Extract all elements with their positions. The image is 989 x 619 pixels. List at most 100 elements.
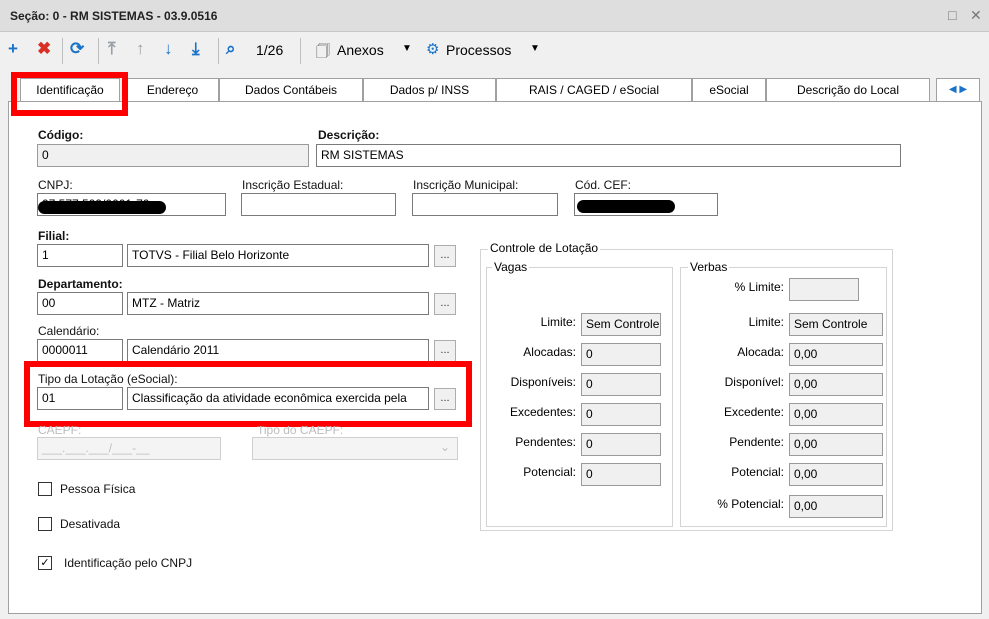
tab-scroll-arrows-icon[interactable]: ◀ ▶ xyxy=(936,78,980,102)
tab-esocial[interactable]: eSocial xyxy=(692,78,766,102)
verbas-potencial-field: 0,00 xyxy=(789,463,883,486)
vagas-excedentes-label: Excedentes: xyxy=(509,405,576,419)
gear-icon: ⚙ xyxy=(426,41,440,58)
tab-descricao-local[interactable]: Descrição do Local xyxy=(766,78,930,102)
inscricao-municipal-label: Inscrição Municipal: xyxy=(413,178,519,192)
paperclip-icon: 🗍 xyxy=(316,43,330,59)
verbas-pct-potencial-label: % Potencial: xyxy=(717,497,784,511)
vagas-disponiveis-field: 0 xyxy=(581,373,661,396)
vagas-pendentes-field: 0 xyxy=(581,433,661,456)
vagas-limite-label: Limite: xyxy=(540,315,576,329)
identificacao-cnpj-checkbox[interactable]: ✓ xyxy=(38,556,52,570)
record-counter: 1/26 xyxy=(256,42,284,58)
verbas-title: Verbas xyxy=(688,260,730,274)
pessoa-fisica-label: Pessoa Física xyxy=(60,482,136,496)
tab-dados-contabeis[interactable]: Dados Contábeis xyxy=(219,78,363,102)
verbas-group xyxy=(680,267,887,527)
chevron-down-icon: ⌄ xyxy=(440,440,451,454)
redaction-mark xyxy=(577,200,675,213)
redaction-mark xyxy=(38,201,166,214)
codigo-label: Código: xyxy=(38,128,84,142)
cnpj-label: CNPJ: xyxy=(38,178,73,192)
verbas-limite-field: Sem Controle xyxy=(789,313,883,336)
vagas-limite-field: Sem Controle xyxy=(581,313,661,336)
vagas-group xyxy=(486,267,673,527)
last-record-icon[interactable]: ⤓ xyxy=(192,39,200,59)
calendario-lookup-button[interactable]: ... xyxy=(434,340,456,362)
filial-name-field[interactable]: TOTVS - Filial Belo Horizonte xyxy=(127,244,429,267)
filial-code-field[interactable]: 1 xyxy=(37,244,123,267)
toolbar-separator xyxy=(300,38,301,64)
vagas-title: Vagas xyxy=(492,260,530,274)
inscricao-estadual-label: Inscrição Estadual: xyxy=(242,178,344,192)
vagas-alocadas-field: 0 xyxy=(581,343,661,366)
toolbar-separator xyxy=(218,38,219,64)
verbas-pendente-label: Pendente: xyxy=(729,435,784,449)
descricao-field[interactable]: RM SISTEMAS xyxy=(316,144,901,167)
add-icon[interactable]: + xyxy=(8,39,18,59)
previous-record-icon[interactable]: ↑ xyxy=(136,39,145,59)
verbas-limite-label: Limite: xyxy=(748,315,784,329)
tab-dados-inss[interactable]: Dados p/ INSS xyxy=(363,78,496,102)
verbas-disponivel-label: Disponível: xyxy=(724,375,784,389)
next-record-icon[interactable]: ↓ xyxy=(164,39,173,59)
desativada-checkbox[interactable] xyxy=(38,517,52,531)
verbas-pct-limite-label: % Limite: xyxy=(734,280,784,294)
vagas-disponiveis-label: Disponíveis: xyxy=(510,375,576,389)
tipo-lotacao-code-field[interactable]: 01 xyxy=(37,387,123,410)
tab-endereco[interactable]: Endereço xyxy=(126,78,219,102)
toolbar-separator xyxy=(62,38,63,64)
processes-menu[interactable]: Processos xyxy=(446,42,511,58)
first-record-icon[interactable]: ⤒ xyxy=(108,39,116,59)
chevron-down-icon[interactable]: ▼ xyxy=(402,43,412,54)
pessoa-fisica-checkbox[interactable] xyxy=(38,482,52,496)
window-title: Seção: 0 - RM SISTEMAS - 03.9.0516 xyxy=(10,9,218,23)
attachments-menu[interactable]: Anexos xyxy=(337,42,384,58)
vagas-alocadas-label: Alocadas: xyxy=(523,345,576,359)
verbas-pendente-field: 0,00 xyxy=(789,433,883,456)
tipo-lotacao-name-field[interactable]: Classificação da atividade econômica exe… xyxy=(127,387,429,410)
departamento-label: Departamento: xyxy=(38,277,123,291)
controle-lotacao-title: Controle de Lotação xyxy=(488,241,601,255)
verbas-potencial-label: Potencial: xyxy=(731,465,784,479)
filial-label: Filial: xyxy=(38,229,70,243)
toolbar-separator xyxy=(98,38,99,64)
cod-cef-label: Cód. CEF: xyxy=(575,178,632,192)
verbas-alocada-field: 0,00 xyxy=(789,343,883,366)
descricao-label: Descrição: xyxy=(318,128,380,142)
tipo-lotacao-label: Tipo da Lotação (eSocial): xyxy=(38,372,178,386)
tipo-caepf-select xyxy=(252,437,458,460)
tab-highlight xyxy=(11,72,128,116)
chevron-down-icon[interactable]: ▼ xyxy=(530,43,540,54)
vagas-pendentes-label: Pendentes: xyxy=(515,435,576,449)
tipo-lotacao-highlight-bottom xyxy=(30,421,470,426)
verbas-pct-potencial-field: 0,00 xyxy=(789,495,883,518)
verbas-alocada-label: Alocada: xyxy=(737,345,784,359)
departamento-code-field[interactable]: 00 xyxy=(37,292,123,315)
filial-lookup-button[interactable]: ... xyxy=(434,245,456,267)
vagas-potencial-label: Potencial: xyxy=(523,465,576,479)
verbas-excedente-field: 0,00 xyxy=(789,403,883,426)
inscricao-municipal-field[interactable] xyxy=(412,193,558,216)
verbas-disponivel-field: 0,00 xyxy=(789,373,883,396)
departamento-lookup-button[interactable]: ... xyxy=(434,293,456,315)
inscricao-estadual-field[interactable] xyxy=(241,193,396,216)
verbas-excedente-label: Excedente: xyxy=(723,405,784,419)
tipo-lotacao-lookup-button[interactable]: ... xyxy=(434,388,456,410)
departamento-name-field[interactable]: MTZ - Matriz xyxy=(127,292,429,315)
vagas-potencial-field: 0 xyxy=(581,463,661,486)
codigo-field[interactable]: 0 xyxy=(37,144,309,167)
desativada-label: Desativada xyxy=(60,517,121,531)
identificacao-cnpj-label: Identificação pelo CNPJ xyxy=(64,556,193,570)
delete-icon[interactable]: ✖ xyxy=(37,39,51,59)
calendario-name-field[interactable]: Calendário 2011 xyxy=(127,339,429,362)
verbas-pct-limite-field xyxy=(789,278,859,301)
calendario-code-field[interactable]: 0000011 xyxy=(37,339,123,362)
search-icon[interactable]: ⌕ xyxy=(226,39,236,59)
tab-rais-caged-esocial[interactable]: RAIS / CAGED / eSocial xyxy=(496,78,692,102)
caepf-field: ___.___.___/___-__ xyxy=(37,437,221,460)
restore-icon[interactable]: □ xyxy=(948,7,956,23)
calendario-label: Calendário: xyxy=(38,324,100,338)
close-icon[interactable]: ✕ xyxy=(970,7,982,24)
refresh-icon[interactable]: ⟳ xyxy=(70,39,84,59)
